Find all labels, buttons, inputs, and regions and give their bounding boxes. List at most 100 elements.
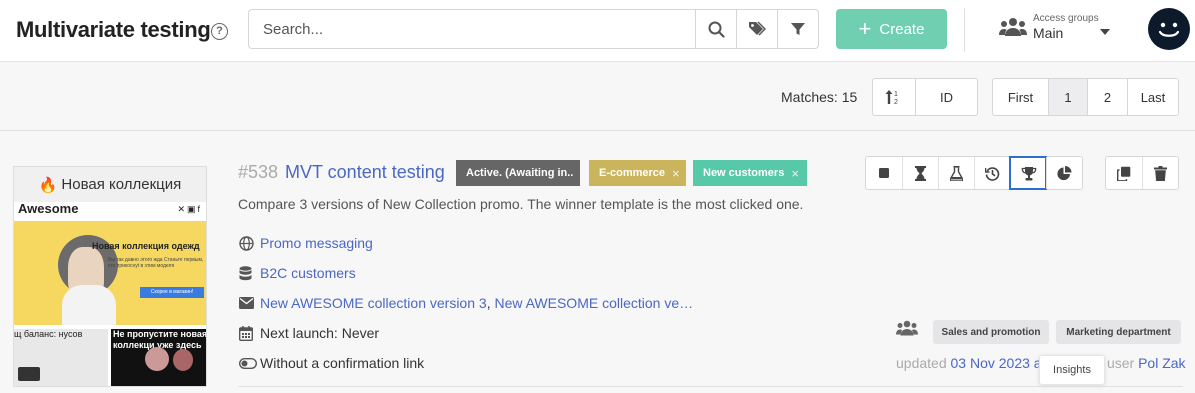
sort-field-button[interactable]: ID xyxy=(916,79,977,115)
preview-header-text: Новая коллекция xyxy=(61,176,182,193)
preview-right-block: Не пропустите новая коллекци уже здесь xyxy=(111,329,206,386)
updated-user-link[interactable]: Pol Zak xyxy=(1138,355,1185,371)
matches-count: Matches: 15 xyxy=(781,89,858,105)
messages-row: New AWESOME collection version 3 , New A… xyxy=(239,293,693,313)
create-button[interactable]: + Create xyxy=(836,9,947,49)
status-badge: Active. (Awaiting in.. xyxy=(456,160,580,186)
sort-control: 12 ID xyxy=(872,78,978,116)
hourglass-icon xyxy=(915,165,926,181)
page-1[interactable]: 1 xyxy=(1048,79,1087,115)
filter-icon xyxy=(791,23,805,35)
segment-link[interactable]: B2C customers xyxy=(260,265,356,281)
divider xyxy=(0,130,1195,131)
access-group-badge: Sales and promotion xyxy=(933,320,1049,344)
close-icon[interactable]: × xyxy=(791,166,799,181)
confirmation-row: Without a confirmation link xyxy=(239,353,424,373)
envelope-icon xyxy=(239,297,260,309)
tag-ecommerce: E-commerce × xyxy=(589,160,686,186)
page-2[interactable]: 2 xyxy=(1087,79,1127,115)
category-link[interactable]: Promo messaging xyxy=(260,235,373,251)
history-button[interactable] xyxy=(974,157,1010,189)
history-icon xyxy=(985,166,1000,181)
header-divider xyxy=(964,8,965,52)
insights-button[interactable] xyxy=(1009,156,1047,190)
access-groups-value: Main xyxy=(1033,25,1064,41)
fire-icon: 🔥 xyxy=(38,176,58,194)
top-bar: Multivariate testing ? + Create Access g… xyxy=(0,0,1195,62)
hero-button: Скорее в магазин! xyxy=(140,287,204,298)
segment-row: B2C customers xyxy=(239,263,356,283)
duplicate-button[interactable] xyxy=(1106,157,1142,189)
flask-icon xyxy=(950,165,963,181)
message-separator: , xyxy=(486,295,495,311)
access-groups-dropdown[interactable]: Access groups Main xyxy=(999,11,1114,47)
svg-text:2: 2 xyxy=(894,99,898,105)
page-first[interactable]: First xyxy=(993,79,1048,115)
toggle-off-icon xyxy=(239,357,260,369)
hero-person-body xyxy=(62,285,116,325)
help-icon[interactable]: ? xyxy=(211,23,228,40)
preview-hero: Новая коллекция одежд Вы так давно этого… xyxy=(14,221,206,325)
preview-left-text: щ баланс: нусов xyxy=(14,329,83,339)
sort-icon: 12 xyxy=(885,90,898,105)
plus-icon: + xyxy=(858,16,872,41)
stop-icon xyxy=(879,168,889,178)
schedule-button[interactable] xyxy=(902,157,938,189)
item-secondary-actions xyxy=(1105,156,1179,190)
next-launch-text: Next launch: Never xyxy=(260,325,380,341)
hero-subtitle: Вы так давно этого жда Станьте первым, к… xyxy=(108,257,204,269)
divider xyxy=(238,386,1183,387)
item-name-link[interactable]: MVT content testing xyxy=(285,162,445,183)
template-preview[interactable]: 🔥 Новая коллекция Awesome ✕▣f Новая колл… xyxy=(13,166,207,387)
avatar[interactable] xyxy=(1148,8,1190,50)
insights-tooltip: Insights xyxy=(1039,355,1105,385)
report-button[interactable] xyxy=(1046,157,1082,189)
test-button[interactable] xyxy=(938,157,974,189)
trash-icon xyxy=(1154,165,1167,181)
preview-person xyxy=(145,347,169,371)
message-link[interactable]: New AWESOME collection version 3 xyxy=(260,295,487,311)
category-row: Promo messaging xyxy=(239,233,373,253)
item-actions xyxy=(865,156,1083,190)
stop-button[interactable] xyxy=(866,157,902,189)
pagination: First 1 2 Last xyxy=(992,78,1179,116)
search-bar xyxy=(248,9,819,49)
page-last[interactable]: Last xyxy=(1127,79,1178,115)
smiley-icon xyxy=(1158,22,1180,37)
calendar-icon xyxy=(239,325,260,341)
social-icons: ✕▣f xyxy=(177,204,202,214)
preview-header: 🔥 Новая коллекция xyxy=(14,167,206,202)
search-input[interactable] xyxy=(249,10,695,48)
close-icon[interactable]: × xyxy=(672,166,680,181)
tag-new-customers: New customers × xyxy=(693,160,807,186)
users-icon xyxy=(999,18,1027,36)
updated-prefix: updated xyxy=(896,355,951,371)
tag-label: E-commerce xyxy=(599,167,666,179)
preview-left-block: щ баланс: нусов xyxy=(14,329,108,386)
delete-button[interactable] xyxy=(1142,157,1178,189)
preview-person xyxy=(173,349,193,371)
search-button[interactable] xyxy=(695,10,736,48)
preview-brand: Awesome xyxy=(18,201,79,216)
item-description: Compare 3 versions of New Collection pro… xyxy=(238,196,804,212)
trophy-icon xyxy=(1021,166,1036,180)
tag-label: New customers xyxy=(703,167,785,179)
copy-icon xyxy=(1117,166,1131,181)
message-link[interactable]: New AWESOME collection ve… xyxy=(494,295,693,311)
confirmation-text: Without a confirmation link xyxy=(260,355,425,371)
create-label: Create xyxy=(879,20,925,38)
access-group-badge: Marketing department xyxy=(1056,320,1181,344)
filter-button[interactable] xyxy=(777,10,818,48)
pie-chart-icon xyxy=(1057,165,1072,180)
search-icon xyxy=(708,21,725,38)
next-launch-row: Next launch: Never xyxy=(239,323,379,343)
hero-title: Новая коллекция одежд xyxy=(92,241,200,251)
access-groups-label: Access groups xyxy=(1033,13,1099,24)
caret-down-icon xyxy=(1100,29,1110,35)
tags-icon xyxy=(749,21,766,36)
users-icon xyxy=(896,320,918,341)
tags-filter-button[interactable] xyxy=(736,10,777,48)
sort-direction-button[interactable]: 12 xyxy=(873,79,916,115)
item-id: #538 xyxy=(238,162,279,182)
database-icon xyxy=(239,265,260,281)
